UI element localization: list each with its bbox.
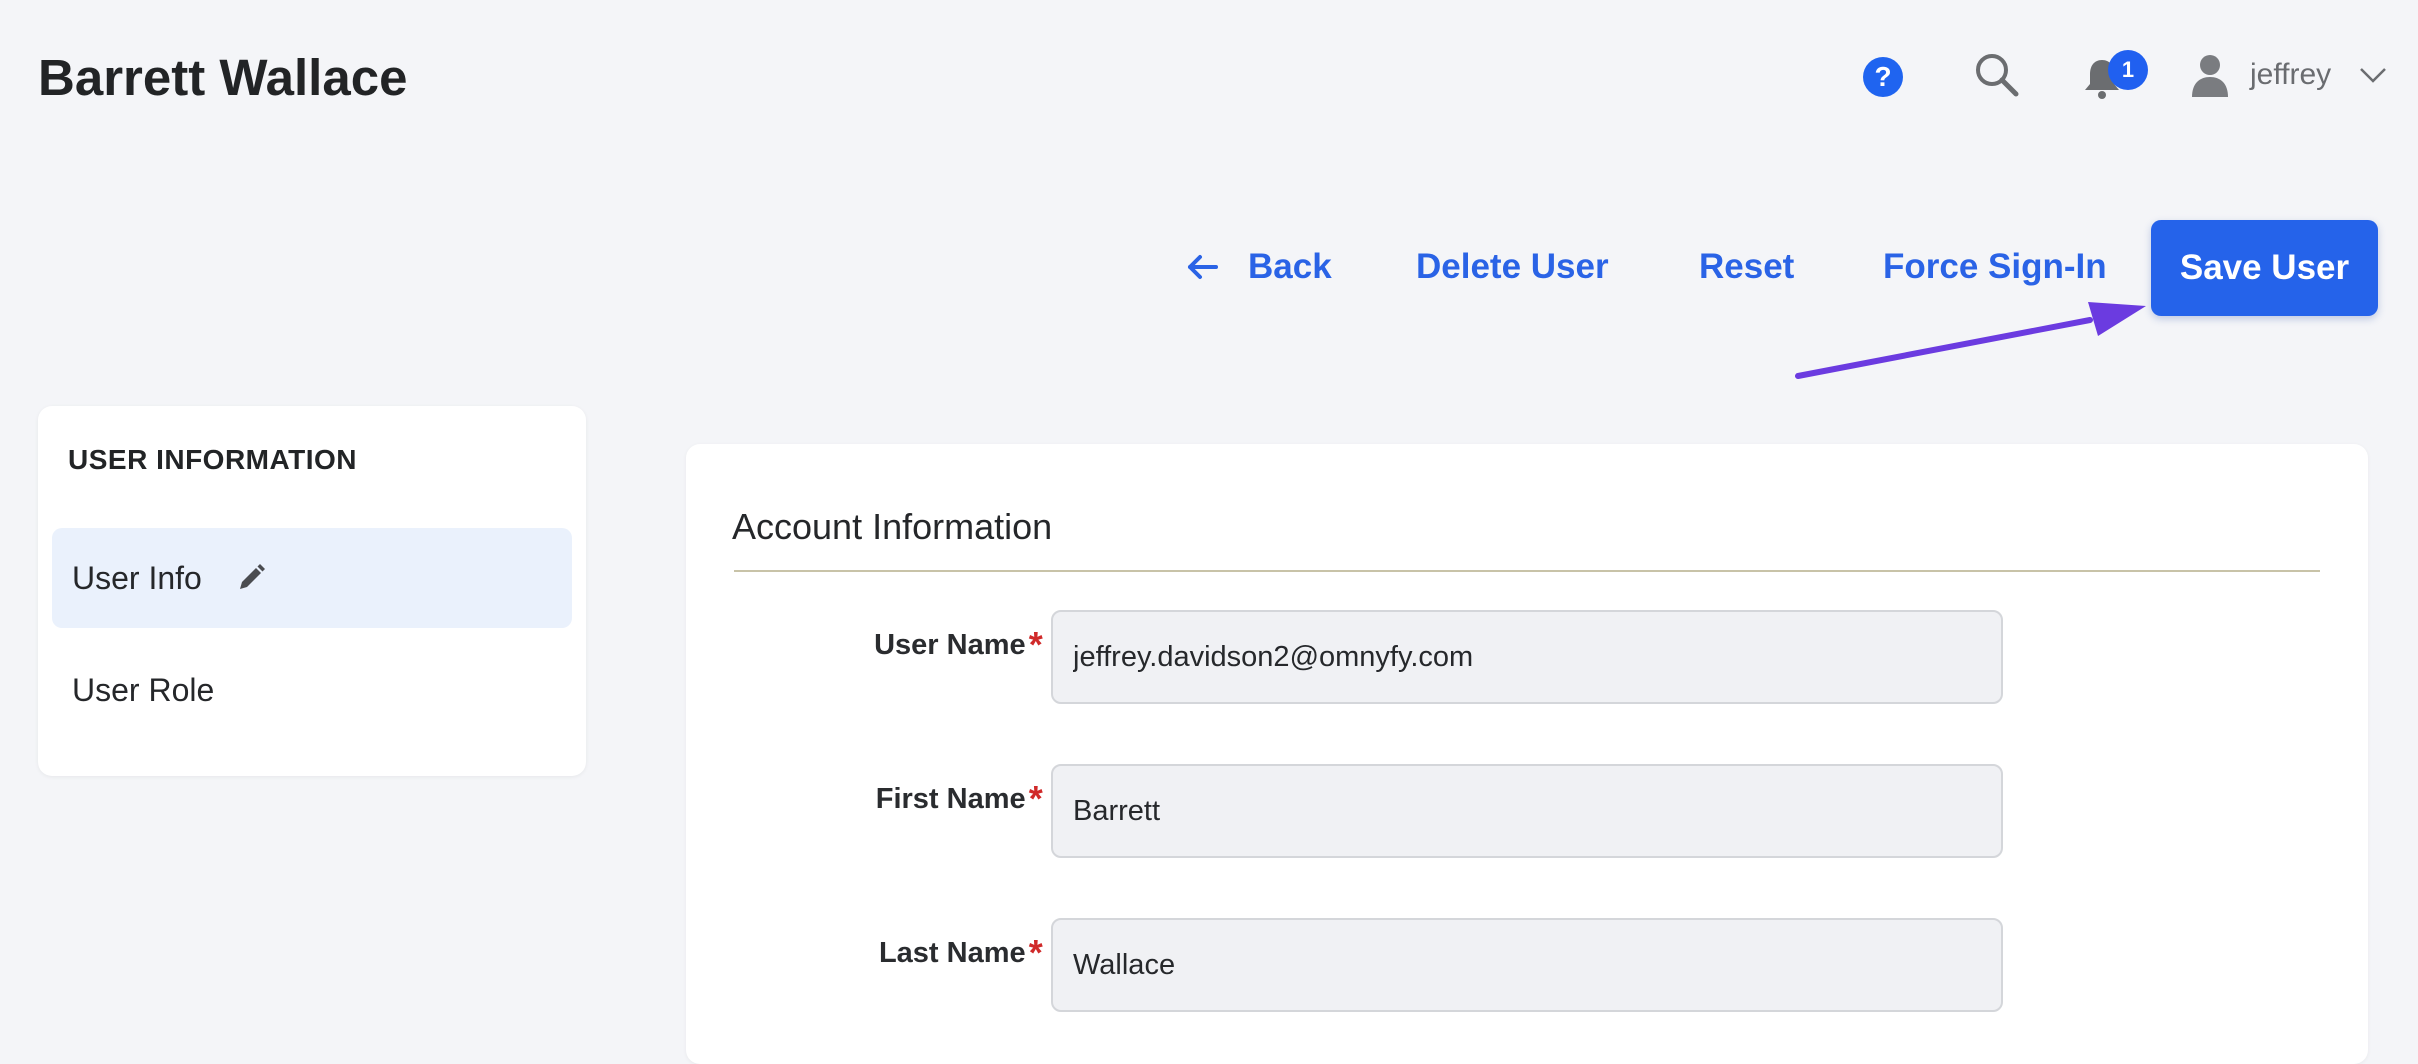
field-row-first-name: First Name * [686, 764, 1046, 834]
reset-button[interactable]: Reset [1699, 236, 1794, 298]
field-label: First Name [875, 782, 1026, 815]
field-label: Last Name [878, 936, 1026, 969]
sidebar-heading: USER INFORMATION [68, 444, 358, 475]
section-divider [734, 570, 2320, 572]
pencil-icon [239, 564, 265, 589]
sidebar-item-user-info[interactable]: User Info [52, 528, 572, 628]
search-icon[interactable] [1972, 50, 2020, 98]
required-marker: * [1028, 932, 1043, 973]
delete-user-button[interactable]: Delete User [1416, 236, 1609, 298]
field-label: User Name [874, 628, 1026, 661]
sidebar-item-label: User Info [72, 559, 202, 596]
account-information-panel: Account Information User Name * First Na… [686, 444, 2368, 1064]
sidebar-item-label: User Role [72, 671, 215, 708]
back-button[interactable]: Back [1186, 236, 1332, 298]
page-title: Barrett Wallace [38, 49, 408, 106]
notification-count-badge: 1 [2108, 50, 2148, 90]
force-sign-in-button[interactable]: Force Sign-In [1883, 236, 2107, 298]
chevron-down-icon [2360, 68, 2387, 83]
required-marker: * [1028, 624, 1043, 665]
save-user-button[interactable]: Save User [2151, 220, 2378, 316]
field-row-user-name: User Name * [686, 610, 1046, 680]
user-information-sidebar: USER INFORMATION User Info User Role [38, 406, 586, 776]
annotation-arrow [1795, 302, 2146, 379]
required-marker: * [1028, 778, 1043, 819]
arrow-left-icon [1188, 255, 1218, 279]
user-menu[interactable]: jeffrey [2190, 48, 2390, 102]
field-row-last-name: Last Name * [686, 918, 1046, 988]
user-name: jeffrey [2250, 58, 2332, 91]
user-avatar-icon [2192, 55, 2228, 97]
help-icon[interactable]: ? [1863, 57, 1903, 97]
help-glyph: ? [1874, 61, 1892, 92]
section-title: Account Information [732, 506, 1053, 547]
first-name-input[interactable] [1051, 764, 2003, 858]
last-name-input[interactable] [1051, 918, 2003, 1012]
back-label: Back [1248, 247, 1332, 286]
user-name-input[interactable] [1051, 610, 2003, 704]
sidebar-item-user-role[interactable]: User Role [52, 640, 572, 740]
